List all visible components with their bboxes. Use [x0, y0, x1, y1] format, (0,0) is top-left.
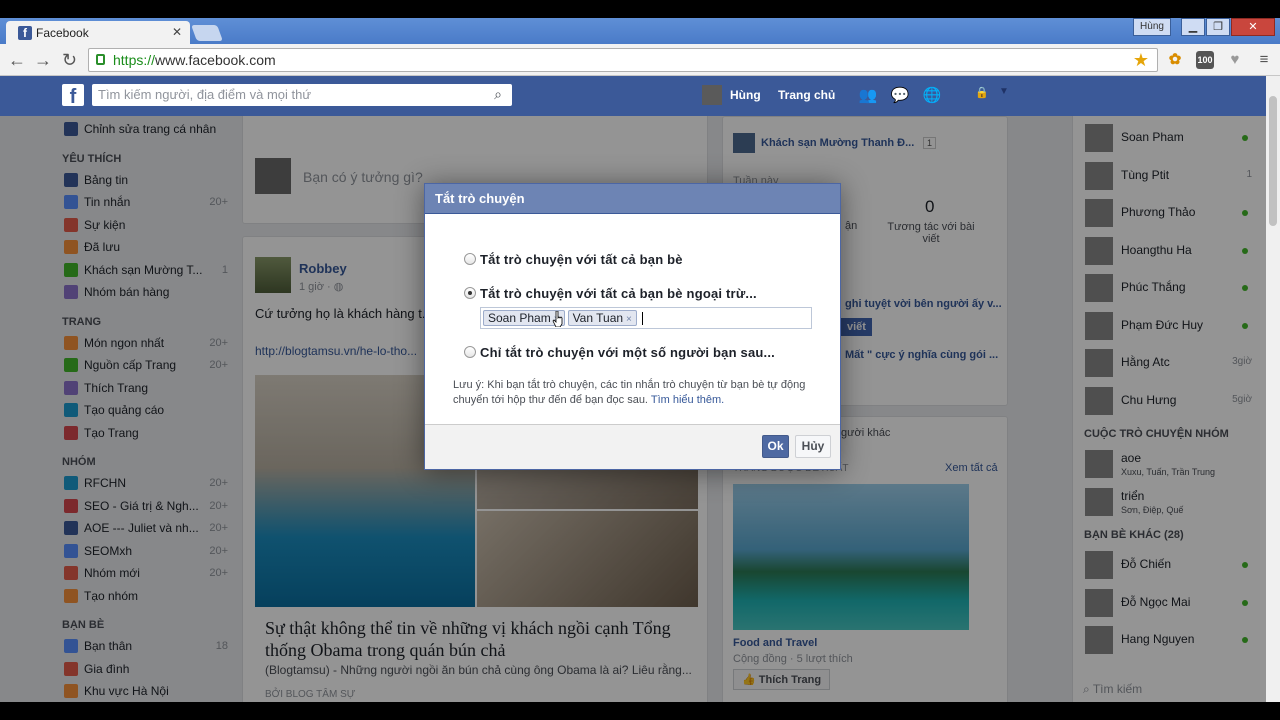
- dialog-title: Tắt trò chuyện: [425, 184, 840, 214]
- page-scrollbar[interactable]: [1266, 76, 1280, 702]
- facebook-favicon-icon: f: [18, 26, 32, 40]
- text-caret: [641, 312, 643, 326]
- close-tab-icon[interactable]: ✕: [172, 25, 182, 39]
- scrollbar-thumb[interactable]: [1269, 96, 1277, 226]
- maximize-icon[interactable]: ❐: [1206, 18, 1230, 36]
- radio-all-friends[interactable]: [464, 253, 476, 265]
- facebook-topbar: f Tìm kiếm người, địa điểm và mọi thứ ⌕ …: [0, 76, 1266, 116]
- facebook-search-input[interactable]: Tìm kiếm người, địa điểm và mọi thứ ⌕: [92, 84, 512, 106]
- option-except-label: Tắt trò chuyện với tất cả bạn bè ngoại t…: [480, 286, 757, 301]
- home-link[interactable]: Trang chủ: [778, 88, 835, 102]
- account-menu-chevron-icon[interactable]: ▼: [994, 86, 1014, 104]
- dialog-note-text: Lưu ý: Khi bạn tắt trò chuyện, các tin n…: [453, 379, 806, 406]
- facebook-logo-icon[interactable]: f: [62, 84, 84, 108]
- tab-strip: f Facebook ✕ Hùng ▁ ❐ ✕: [0, 18, 1280, 44]
- friend-requests-icon[interactable]: 👥: [858, 86, 878, 104]
- option-all-except[interactable]: Tắt trò chuyện với tất cả bạn bè ngoại t…: [464, 286, 757, 301]
- turn-off-chat-dialog: Tắt trò chuyện Tắt trò chuyện với tất cả…: [424, 183, 841, 470]
- close-window-icon[interactable]: ✕: [1231, 18, 1275, 36]
- option-some-friends[interactable]: Chỉ tắt trò chuyện với một số người bạn …: [464, 345, 775, 360]
- minimize-icon[interactable]: ▁: [1181, 18, 1205, 36]
- tab-facebook[interactable]: f Facebook ✕: [6, 21, 190, 44]
- friend-token-input[interactable]: Soan Pham ×Van Tuan×: [480, 307, 812, 329]
- back-icon[interactable]: ←: [8, 50, 26, 70]
- extension-100-icon[interactable]: 100: [1196, 51, 1214, 69]
- dialog-footer: Ok Hủy: [425, 424, 840, 469]
- search-placeholder: Tìm kiếm người, địa điểm và mọi thứ: [98, 87, 312, 102]
- token-label: Soan Pham: [488, 311, 551, 325]
- extension-flower-icon[interactable]: ✿: [1166, 51, 1184, 69]
- forward-icon[interactable]: →: [34, 50, 52, 70]
- lock-icon: [96, 54, 105, 65]
- privacy-lock-icon[interactable]: 🔒: [972, 86, 992, 104]
- reload-icon[interactable]: ↻: [62, 50, 77, 70]
- address-bar[interactable]: https://www.facebook.com ★: [88, 48, 1158, 72]
- extension-heart-icon[interactable]: ♥: [1226, 51, 1244, 69]
- cancel-button[interactable]: Hủy: [795, 435, 831, 458]
- option-some-label: Chỉ tắt trò chuyện với một số người bạn …: [480, 345, 775, 360]
- url-scheme: https://: [113, 52, 156, 68]
- ok-button[interactable]: Ok: [762, 435, 789, 458]
- hand-cursor-icon: [552, 311, 563, 327]
- remove-token-icon[interactable]: ×: [626, 314, 632, 325]
- friend-token[interactable]: Van Tuan ×: [567, 310, 637, 326]
- profile-link[interactable]: Hùng: [730, 88, 761, 102]
- url-host: www.facebook.com: [155, 52, 276, 68]
- radio-all-except[interactable]: [464, 287, 476, 299]
- dialog-note: Lưu ý: Khi bạn tắt trò chuyện, các tin n…: [453, 378, 823, 408]
- search-icon[interactable]: ⌕: [494, 86, 502, 103]
- option-all-friends[interactable]: Tắt trò chuyện với tất cả bạn bè: [464, 252, 683, 267]
- new-tab-button[interactable]: [191, 25, 223, 41]
- notifications-globe-icon[interactable]: 🌐: [922, 86, 942, 104]
- messages-icon[interactable]: 💬: [890, 86, 910, 104]
- profile-button[interactable]: Hùng: [1133, 18, 1171, 36]
- radio-some-friends[interactable]: [464, 346, 476, 358]
- user-avatar[interactable]: [702, 85, 722, 105]
- bookmark-star-icon[interactable]: ★: [1133, 50, 1149, 71]
- option-all-label: Tắt trò chuyện với tất cả bạn bè: [480, 252, 683, 267]
- tab-title: Facebook: [36, 26, 89, 40]
- menu-icon[interactable]: ≡: [1255, 51, 1273, 69]
- token-label: Van Tuan: [572, 311, 624, 325]
- browser-toolbar: ← → ↻ https://www.facebook.com ★ ✿ 100 ♥…: [0, 44, 1280, 76]
- learn-more-link[interactable]: Tìm hiểu thêm.: [651, 394, 724, 406]
